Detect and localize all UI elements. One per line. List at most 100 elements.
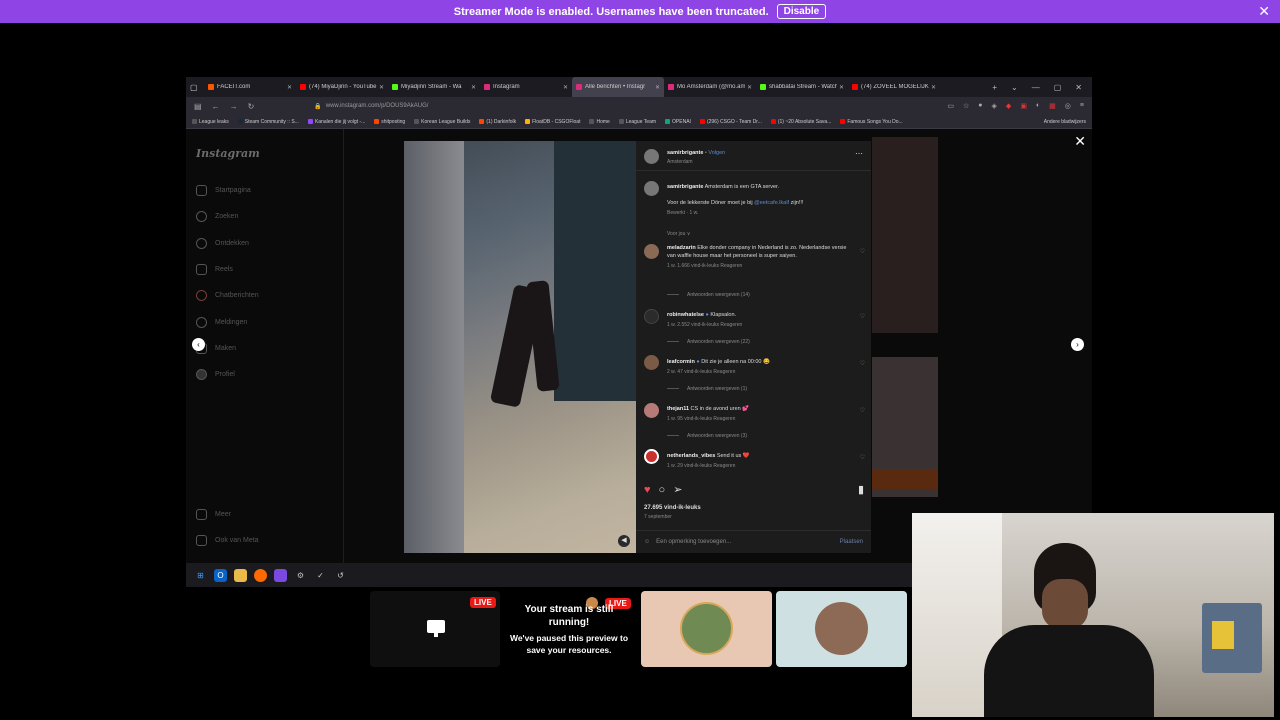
bookmark-item[interactable]: FloatDB - CSGOFloat	[525, 119, 580, 125]
sidebar-item-search[interactable]: Zoeken	[196, 211, 238, 222]
bookmark-star-icon[interactable]: ☆	[963, 102, 969, 110]
instagram-logo[interactable]: Instagram	[196, 147, 260, 160]
close-tab-icon[interactable]: ✕	[379, 84, 384, 91]
next-post-icon[interactable]: ›	[1071, 338, 1084, 351]
reload-icon[interactable]: ↻	[248, 102, 255, 111]
bookmark-item[interactable]: (296) CSGO - Team Dr...	[699, 119, 762, 125]
close-tab-icon[interactable]: ✕	[839, 84, 844, 91]
close-tab-icon[interactable]: ✕	[931, 84, 936, 91]
minimize-icon[interactable]: —	[1032, 83, 1040, 92]
bookmark-item[interactable]: League Team	[618, 119, 656, 125]
likes-count[interactable]: 27.695 vind-ik-leuks	[644, 505, 701, 511]
view-replies[interactable]: Antwoorden weergeven (1)	[667, 386, 747, 392]
tab-youtube-zoveel[interactable]: (74) ZOVEEL MOGELIJK KI ✕	[848, 77, 940, 97]
like-comment-icon[interactable]: ♡	[860, 313, 865, 320]
menu-icon[interactable]: ≡	[1080, 102, 1084, 110]
steam-icon[interactable]: ✓	[314, 569, 327, 582]
outlook-icon[interactable]: O	[214, 568, 227, 582]
bookmark-item[interactable]: Home	[589, 119, 610, 125]
share-icon[interactable]: ➢	[673, 483, 682, 496]
sidebar-item-profile[interactable]: Profiel	[196, 369, 235, 380]
bookmark-item[interactable]: League leaks	[192, 119, 229, 125]
tab-kick-shabbatai[interactable]: shabbatai Stream - Watch ✕	[756, 77, 848, 97]
emoji-icon[interactable]: ☺	[644, 539, 650, 545]
post-location[interactable]: Amsterdam	[667, 159, 693, 165]
extension-icon[interactable]: ▦	[1049, 102, 1056, 110]
windows-start-icon[interactable]: ⊞	[194, 569, 207, 582]
like-heart-icon[interactable]: ♥	[644, 484, 651, 496]
close-viewer-icon[interactable]: ✕	[1074, 133, 1086, 150]
like-comment-icon[interactable]: ♡	[860, 407, 865, 414]
pocket-icon[interactable]: ◈	[992, 102, 997, 110]
disable-button[interactable]: Disable	[776, 4, 827, 19]
settings-icon[interactable]: ⚙	[294, 569, 307, 582]
firefox-icon[interactable]	[254, 568, 267, 582]
bookmark-item[interactable]: shitposting	[374, 119, 405, 125]
url-field[interactable]: www.instagram.com/p/DOUS9AkAUG/	[326, 103, 948, 109]
close-banner-icon[interactable]: ✕	[1258, 3, 1270, 20]
like-comment-icon[interactable]: ♡	[860, 248, 865, 255]
stream-preview-card[interactable]: LIVE	[370, 591, 500, 667]
author-username[interactable]: samirbrigante	[667, 150, 703, 156]
bookmark-item[interactable]: Korean League Builds	[414, 119, 470, 125]
more-options-icon[interactable]: ⋯	[855, 149, 863, 158]
comment-icon[interactable]: ○	[659, 484, 666, 496]
mention-link[interactable]: @eetcafe.lkalf	[754, 200, 789, 206]
extension-icon[interactable]: ◆	[1006, 102, 1011, 110]
extension-icon[interactable]: ●	[978, 102, 982, 110]
maximize-icon[interactable]: ▢	[1054, 83, 1062, 92]
bookmark-item[interactable]: Steam Community :: S...	[237, 119, 299, 125]
like-comment-icon[interactable]: ♡	[860, 360, 865, 367]
tab-kick-miyadjinn[interactable]: Miyadjinn Stream - Wa ✕	[388, 77, 480, 97]
participant-tile[interactable]	[776, 591, 907, 667]
tab-youtube-miyadjinn[interactable]: (74) MiyaDjinn - YouTube ✕	[296, 77, 388, 97]
save-bookmark-icon[interactable]: ▮	[858, 483, 864, 496]
view-replies[interactable]: Antwoorden weergeven (22)	[667, 339, 750, 345]
tab-instagram-posts[interactable]: Alle berichten • Instagr ✕	[572, 77, 664, 97]
back-icon[interactable]: ←	[212, 102, 220, 111]
extension-icon[interactable]: ▣	[1020, 102, 1027, 110]
bookmark-item[interactable]: (1) ~20 Absolute Sava...	[770, 119, 831, 125]
extension-icon[interactable]: ◎	[1065, 102, 1071, 110]
bookmark-item[interactable]: Kanalen die jij volgt -...	[307, 119, 365, 125]
mute-icon[interactable]: ◀	[618, 535, 630, 547]
close-tab-icon[interactable]: ✕	[287, 84, 292, 91]
other-bookmarks[interactable]: Andere bladwijzers	[1044, 119, 1092, 125]
sidebar-item-explore[interactable]: Ontdekken	[196, 238, 249, 249]
close-tab-icon[interactable]: ✕	[747, 84, 752, 91]
tab-mo-amsterdam[interactable]: Mo Amsterdam (@mo.am ✕	[664, 77, 756, 97]
close-tab-icon[interactable]: ✕	[563, 84, 568, 91]
close-tab-icon[interactable]: ✕	[655, 84, 660, 91]
bookmark-item[interactable]: (1) Darkinfolk	[479, 119, 516, 125]
tab-faceit[interactable]: FACEIT.com ✕	[204, 77, 296, 97]
close-window-icon[interactable]: ✕	[1075, 83, 1082, 92]
sidebar-item-messages[interactable]: Chatberichten	[196, 290, 259, 301]
post-video[interactable]: ◀	[404, 141, 636, 553]
sidebar-item-home[interactable]: Startpagina	[196, 185, 251, 196]
sidebar-item-meta[interactable]: Ook van Meta	[196, 535, 259, 546]
sidebar-item-notifications[interactable]: Meldingen	[196, 317, 247, 328]
reader-view-icon[interactable]: ▭	[947, 102, 954, 110]
view-replies[interactable]: Antwoorden weergeven (3)	[667, 433, 747, 439]
close-tab-icon[interactable]: ✕	[471, 84, 476, 91]
new-tab-icon[interactable]: +	[992, 83, 997, 92]
sort-comments[interactable]: Voor jou ∨	[667, 231, 690, 237]
view-replies[interactable]: Antwoorden weergeven (14)	[667, 292, 750, 298]
comment-input[interactable]: Een opmerking toevoegen...	[656, 539, 731, 545]
sidebar-item-reels[interactable]: Reels	[196, 264, 233, 275]
like-comment-icon[interactable]: ♡	[860, 454, 865, 461]
avatar[interactable]	[644, 149, 659, 164]
sidebar-item-more[interactable]: Meer	[196, 509, 231, 520]
forward-icon[interactable]: →	[230, 102, 238, 111]
bookmark-item[interactable]: Famous Songs You Do...	[840, 119, 903, 125]
post-comment-button[interactable]: Plaatsen	[840, 539, 863, 545]
extension-icon[interactable]: ◐	[1036, 102, 1040, 110]
follow-button[interactable]: Volgen	[708, 150, 725, 156]
tab-instagram[interactable]: Instagram ✕	[480, 77, 572, 97]
tab-overview-icon[interactable]: ▢	[186, 77, 204, 97]
participant-tile[interactable]	[641, 591, 772, 667]
browser-active-icon[interactable]	[274, 568, 287, 582]
file-explorer-icon[interactable]	[234, 568, 247, 582]
app-icon[interactable]: ↺	[334, 569, 347, 582]
bookmark-item[interactable]: OPENAI	[665, 119, 691, 125]
